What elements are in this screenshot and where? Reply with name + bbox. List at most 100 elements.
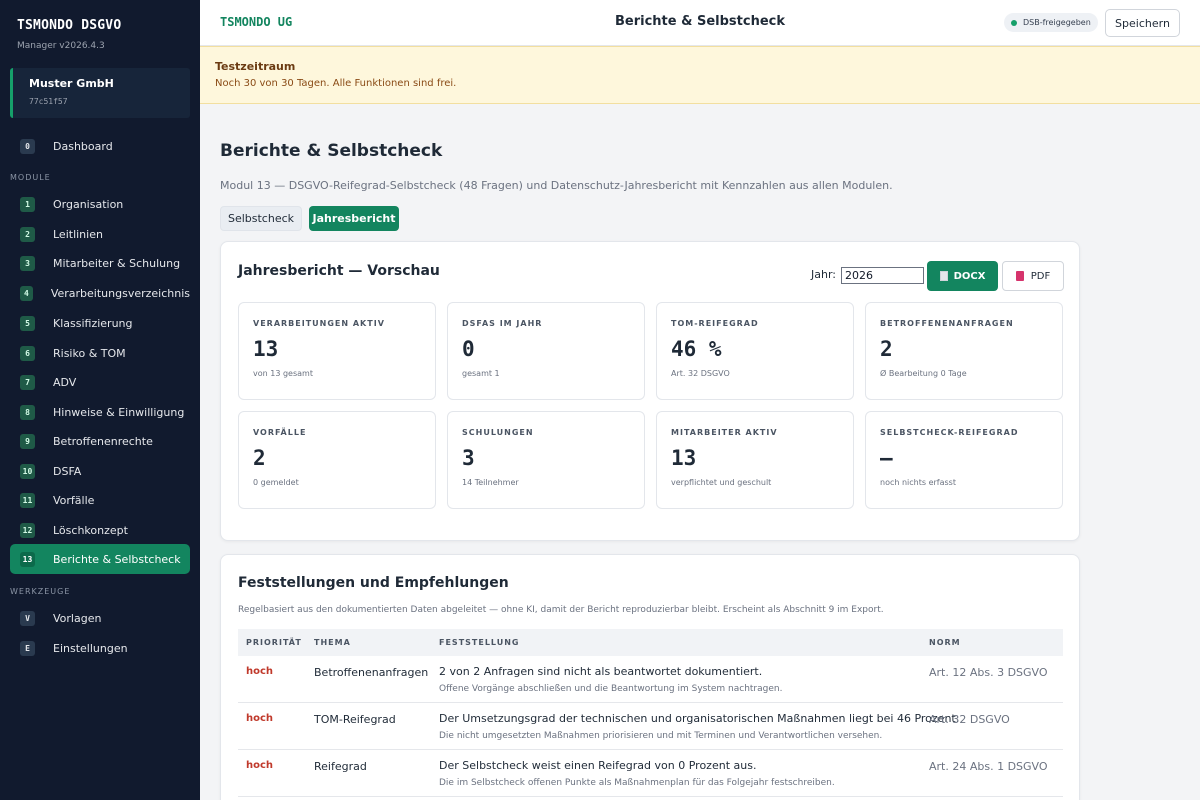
trial-banner: Testzeitraum Noch 30 von 30 Tagen. Alle …	[200, 46, 1200, 104]
stat-label: BETROFFENENANFRAGEN	[880, 319, 1014, 328]
sidebar-item-label: DSFA	[53, 464, 82, 478]
brand-version: Manager v2026.4.3	[17, 41, 105, 51]
stat-label: MITARBEITER AKTIV	[671, 428, 778, 437]
sidebar-item-dsfa[interactable]: 10 DSFA	[10, 456, 190, 486]
stat-label: SCHULUNGEN	[462, 428, 534, 437]
sidebar-item-label: Betroffenenrechte	[53, 434, 153, 448]
sidebar-item-label: Einstellungen	[53, 641, 128, 655]
stat-label: SELBSTCHECK-REIFEGRAD	[880, 428, 1019, 437]
nav-number-badge: V	[20, 610, 35, 626]
recommendation-text: Offene Vorgänge abschließen und die Bean…	[439, 684, 783, 694]
nav-number-badge: 4	[20, 285, 33, 301]
sidebar-item-label: Risiko & TOM	[53, 346, 126, 360]
sidebar-item-betroffenenrechte[interactable]: 9 Betroffenenrechte	[10, 426, 190, 456]
table-row: hoch TOM-Reifegrad Der Umsetzungsgrad de…	[238, 703, 1063, 750]
nav-number-badge: 10	[20, 463, 35, 479]
findings-note: Regelbasiert aus den dokumentierten Date…	[238, 605, 884, 615]
stat-card: MITARBEITER AKTIV 13 verpflichtet und ge…	[656, 411, 854, 509]
sidebar-item-label: Vorfälle	[53, 493, 95, 507]
sidebar-item-klassifizierung[interactable]: 5 Klassifizierung	[10, 308, 190, 338]
topic-cell: Betroffenenanfragen	[314, 666, 429, 679]
document-icon	[939, 271, 948, 281]
norm-cell: Art. 24 Abs. 1 DSGVO	[929, 760, 1048, 773]
recommendation-text: Die nicht umgesetzten Maßnahmen priorisi…	[439, 731, 883, 741]
sidebar-item-adv[interactable]: 7 ADV	[10, 367, 190, 397]
pdf-book-icon	[1015, 271, 1024, 281]
stat-value: 3	[462, 446, 475, 470]
status-dot-icon	[1011, 19, 1017, 26]
column-header-feststellung: FESTSTELLUNG	[439, 638, 520, 647]
sidebar-item-label: Hinweise & Einwilligung	[53, 405, 185, 419]
stat-label: DSFAS IM JAHR	[462, 319, 543, 328]
column-header-prioritaet: PRIORITÄT	[246, 638, 302, 647]
nav-section-module: MODULE	[10, 173, 51, 182]
stat-value: —	[880, 446, 893, 470]
pdf-label: PDF	[1030, 270, 1051, 282]
priority-cell: hoch	[246, 713, 274, 724]
stat-card: DSFAS IM JAHR 0 gesamt 1	[447, 302, 645, 400]
finding-cell: 2 von 2 Anfragen sind nicht als beantwor…	[439, 665, 763, 678]
nav-number-badge: 1	[20, 196, 35, 212]
sidebar-item-verarbeitungsverzeichnis[interactable]: 4 Verarbeitungsverzeichnis	[10, 278, 190, 308]
sidebar-item-label: Berichte & Selbstcheck	[53, 552, 181, 566]
sidebar-item-mitarbeiter[interactable]: 3 Mitarbeiter & Schulung	[10, 248, 190, 278]
table-header: PRIORITÄT THEMA FESTSTELLUNG NORM	[238, 629, 1063, 656]
nav-number-badge: 9	[20, 433, 35, 449]
sidebar-item-risiko-tom[interactable]: 6 Risiko & TOM	[10, 338, 190, 368]
nav-section-werkzeuge: WERKZEUGE	[10, 587, 71, 596]
sidebar-item-hinweise[interactable]: 8 Hinweise & Einwilligung	[10, 397, 190, 427]
stat-card: SELBSTCHECK-REIFEGRAD — noch nichts erfa…	[865, 411, 1063, 509]
brand: TSMONDO DSGVO Manager v2026.4.3	[0, 0, 200, 51]
sidebar-item-berichte[interactable]: 13 Berichte & Selbstcheck	[10, 544, 190, 574]
stat-subtext: 14 Teilnehmer	[462, 478, 519, 487]
brand-title: TSMONDO DSGVO	[17, 18, 122, 33]
nav-number-badge: 7	[20, 374, 35, 390]
sidebar-item-label: Leitlinien	[53, 227, 103, 241]
sidebar-item-loeschkonzept[interactable]: 12 Löschkonzept	[10, 515, 190, 545]
stat-subtext: Ø Bearbeitung 0 Tage	[880, 369, 967, 378]
trial-title: Testzeitraum	[215, 60, 296, 73]
stat-label: TOM-REIFEGRAD	[671, 319, 759, 328]
priority-cell: hoch	[246, 666, 274, 677]
nav-number-badge: 13	[20, 551, 35, 567]
stat-card: SCHULUNGEN 3 14 Teilnehmer	[447, 411, 645, 509]
save-button[interactable]: Speichern	[1105, 9, 1180, 37]
sidebar-item-vorlagen[interactable]: V Vorlagen	[10, 603, 190, 633]
tab-jahresbericht[interactable]: Jahresbericht	[309, 206, 399, 231]
sidebar-item-vorfaelle[interactable]: 11 Vorfälle	[10, 485, 190, 515]
page-subtitle: Modul 13 — DSGVO-Reifegrad-Selbstcheck (…	[220, 179, 893, 192]
column-header-norm: NORM	[929, 638, 961, 647]
sidebar-item-dashboard[interactable]: 0 Dashboard	[10, 131, 190, 161]
sidebar-item-organisation[interactable]: 1 Organisation	[10, 189, 190, 219]
topbar: TSMONDO UG Berichte & Selbstcheck DSB-fr…	[200, 0, 1200, 46]
export-docx-button[interactable]: DOCX	[927, 261, 998, 291]
tab-selbstcheck[interactable]: Selbstcheck	[220, 206, 302, 231]
stat-value: 0	[462, 337, 475, 361]
org-switcher[interactable]: Muster GmbH 77c51f57	[10, 68, 190, 118]
nav-number-badge: E	[20, 640, 35, 656]
stat-label: VORFÄLLE	[253, 428, 307, 437]
export-pdf-button[interactable]: PDF	[1002, 261, 1064, 291]
nav-number-badge: 12	[20, 522, 35, 538]
stat-value: 2	[253, 446, 266, 470]
stat-label: VERARBEITUNGEN AKTIV	[253, 319, 385, 328]
stat-value: 13	[671, 446, 697, 470]
stat-subtext: gesamt 1	[462, 369, 500, 378]
trial-text: Noch 30 von 30 Tagen. Alle Funktionen si…	[215, 78, 457, 89]
org-id: 77c51f57	[29, 97, 68, 106]
stat-value: 46 %	[671, 337, 722, 361]
finding-cell: Der Selbstcheck weist einen Reifegrad vo…	[439, 759, 757, 772]
finding-cell: Der Umsetzungsgrad der technischen und o…	[439, 712, 960, 725]
table-row: hoch Reifegrad Der Selbstcheck weist ein…	[238, 750, 1063, 797]
report-preview-card: Jahresbericht — Vorschau Jahr: DOCX PDF …	[220, 241, 1080, 541]
dsb-status-badge: DSB-freigegeben	[1004, 13, 1098, 32]
sidebar-item-leitlinien[interactable]: 2 Leitlinien	[10, 219, 190, 249]
sidebar: TSMONDO DSGVO Manager v2026.4.3 Muster G…	[0, 0, 200, 800]
report-title: Jahresbericht — Vorschau	[238, 263, 440, 279]
org-name: Muster GmbH	[29, 77, 114, 90]
stat-value: 13	[253, 337, 279, 361]
stat-subtext: verpflichtet und geschult	[671, 478, 772, 487]
sidebar-item-label: Klassifizierung	[53, 316, 133, 330]
sidebar-item-einstellungen[interactable]: E Einstellungen	[10, 633, 190, 663]
year-input[interactable]	[841, 267, 924, 284]
